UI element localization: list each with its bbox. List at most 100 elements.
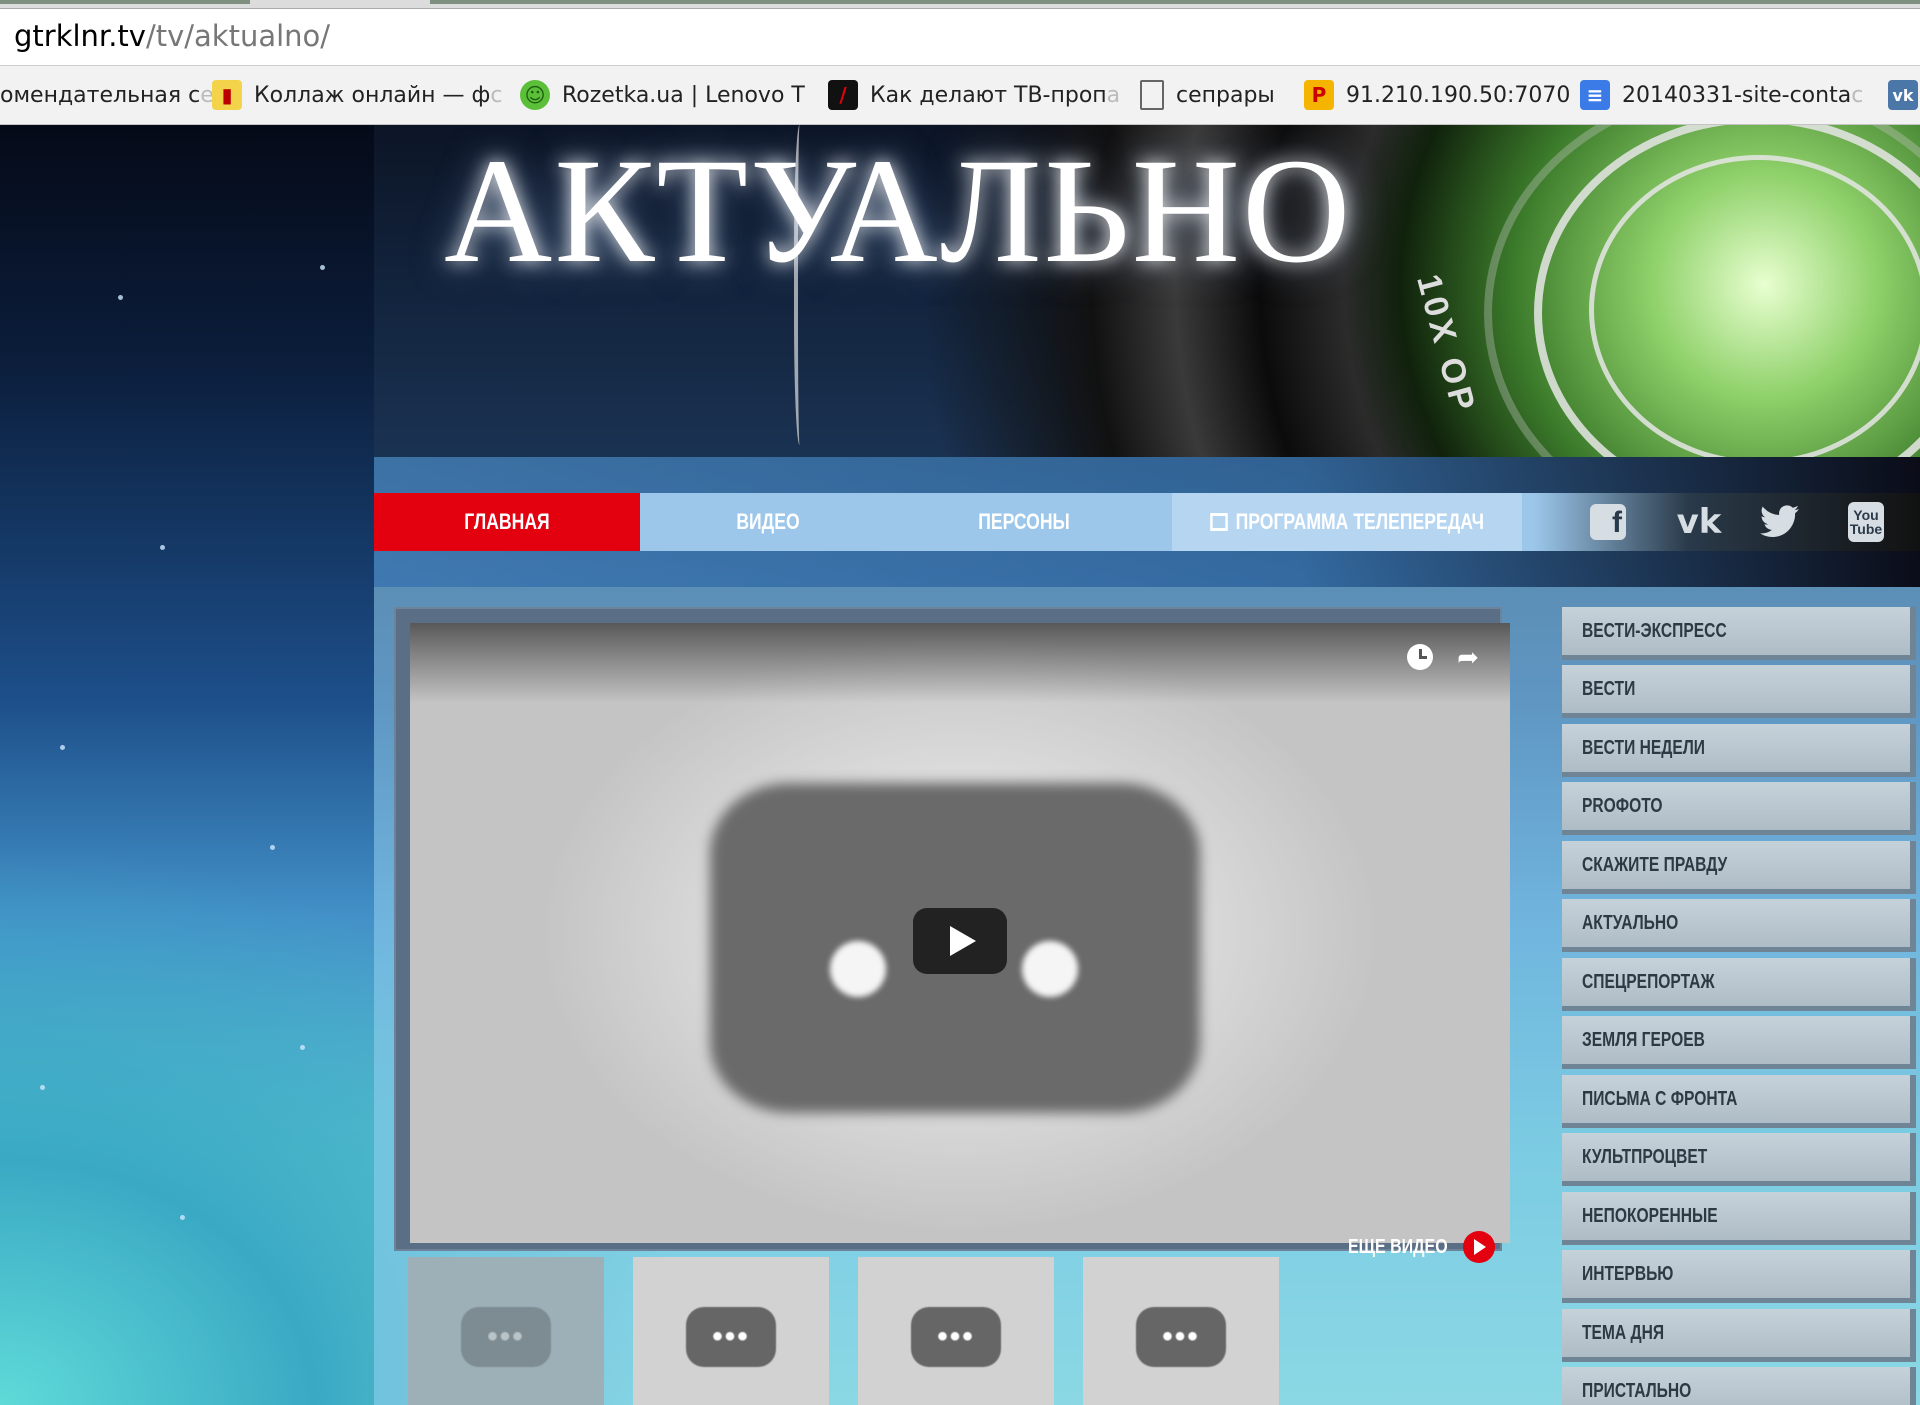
twitter-icon[interactable]	[1750, 493, 1810, 551]
nav-home[interactable]: ГЛАВНАЯ	[374, 493, 640, 551]
tab[interactable]	[0, 0, 250, 4]
bookmark-item[interactable]: / Как делают ТВ-проп а	[828, 66, 1120, 124]
thumbnail-dots-icon: •••	[686, 1307, 776, 1367]
sidebar-item-label: ПИСЬМА С ФРОНТА	[1582, 1087, 1738, 1110]
sidebar-item-nepokorennye[interactable]: НЕПОКОРЕННЫЕ	[1562, 1192, 1916, 1245]
bookmark-item[interactable]: омендательная се	[0, 66, 214, 124]
placeholder-eye	[830, 941, 886, 997]
share-button[interactable]: ➦	[1452, 641, 1484, 673]
sidebar-item-label: PROФОТО	[1582, 794, 1663, 817]
bookmark-label: омендательная с	[0, 82, 201, 108]
video-thumbnail[interactable]: •••	[633, 1257, 829, 1405]
sidebar-item-label: ПРИСТАЛЬНО	[1582, 1379, 1692, 1402]
sidebar-item-vesti-express[interactable]: ВЕСТИ-ЭКСПРЕСС	[1562, 607, 1916, 660]
bookmark-item[interactable]: vk	[1888, 66, 1920, 124]
sidebar-item-pisma-s-fronta[interactable]: ПИСЬМА С ФРОНТА	[1562, 1075, 1916, 1128]
bookmarks-bar: омендательная се ▮ Коллаж онлайн — фс ☺ …	[0, 66, 1920, 125]
sidebar-item-label: ТЕМА ДНЯ	[1582, 1321, 1665, 1344]
bookmark-label-fade: с	[490, 82, 503, 108]
background-star	[180, 1215, 185, 1220]
bookmark-label: Как делают ТВ-проп	[870, 82, 1107, 108]
video-thumbnail[interactable]: •••	[858, 1257, 1054, 1405]
thumbnail-dots-icon: •••	[461, 1307, 551, 1367]
banner: АКТУАЛЬНО 10X OP	[374, 125, 1920, 457]
tab[interactable]	[430, 0, 1920, 4]
bookmark-item[interactable]: сепрары	[1140, 66, 1275, 124]
video-thumbnail[interactable]: •••	[408, 1257, 604, 1405]
bookmark-label: Коллаж онлайн — ф	[254, 82, 491, 108]
vk-icon[interactable]: vk	[1664, 493, 1734, 551]
sidebar-item-vesti-nedeli[interactable]: ВЕСТИ НЕДЕЛИ	[1562, 724, 1916, 777]
sidebar-item-label: АКТУАЛЬНО	[1582, 911, 1679, 934]
nav-wrapper: ГЛАВНАЯ ВИДЕО ПЕРСОНЫ ПРОГРАММА ТЕЛЕПЕРЕ…	[374, 457, 1920, 587]
background-star	[270, 845, 275, 850]
bookmark-item[interactable]: P 91.210.190.50:7070	[1304, 66, 1570, 124]
main-content: ➦ ••• ••• ••• ••• ЕЩЕ ВИДЕО ВЕСТИ-ЭКСПРЕ…	[374, 587, 1920, 1405]
nav-persons-label: ПЕРСОНЫ	[978, 509, 1070, 534]
more-video-label: ЕЩЕ ВИДЕО	[1348, 1235, 1448, 1258]
address-bar[interactable]: gtrklnr.tv/tv/aktualno/	[0, 9, 1920, 66]
video-thumbnail[interactable]: •••	[1083, 1257, 1279, 1405]
background-star	[160, 545, 165, 550]
sidebar-item-label: СКАЖИТЕ ПРАВДУ	[1582, 853, 1728, 876]
bookmark-item[interactable]: ▮ Коллаж онлайн — фс	[212, 66, 502, 124]
sidebar-item-label: ВЕСТИ	[1582, 677, 1636, 700]
facebook-icon[interactable]: f	[1578, 493, 1638, 551]
p-logo-icon: P	[1304, 80, 1334, 110]
more-video-link[interactable]: ЕЩЕ ВИДЕО	[1348, 1227, 1495, 1267]
watch-later-button[interactable]	[1404, 641, 1436, 673]
play-button[interactable]	[913, 908, 1007, 974]
sidebar-item-kultprocvet[interactable]: КУЛЬТПРОЦВЕТ	[1562, 1133, 1916, 1186]
sidebar-item-tema-dnya[interactable]: ТЕМА ДНЯ	[1562, 1309, 1916, 1362]
sidebar-item-profoto[interactable]: PROФОТО	[1562, 782, 1916, 835]
sidebar-item-vesti[interactable]: ВЕСТИ	[1562, 665, 1916, 718]
sidebar-item-skazhite-pravdu[interactable]: СКАЖИТЕ ПРАВДУ	[1562, 841, 1916, 894]
sidebar-item-aktualno[interactable]: АКТУАЛЬНО	[1562, 899, 1916, 952]
sidebar-item-label: ВЕСТИ-ЭКСПРЕСС	[1582, 619, 1727, 642]
video-thumbnails: ••• ••• ••• •••	[408, 1257, 1508, 1405]
thumbnail-dots-icon: •••	[911, 1307, 1001, 1367]
url-path: /tv/aktualno/	[145, 19, 331, 53]
play-circle-icon	[1462, 1231, 1495, 1263]
nav-video[interactable]: ВИДЕО	[640, 493, 896, 551]
vk-icon: vk	[1888, 80, 1918, 110]
sidebar-item-intervyu[interactable]: ИНТЕРВЬЮ	[1562, 1250, 1916, 1303]
film-icon	[1210, 513, 1228, 531]
nav-persons[interactable]: ПЕРСОНЫ	[896, 493, 1152, 551]
nav-tv-program[interactable]: ПРОГРАММА ТЕЛЕПЕРЕДАЧ	[1172, 493, 1522, 551]
nav-video-label: ВИДЕО	[736, 509, 800, 534]
sidebar-item-label: ИНТЕРВЬЮ	[1582, 1262, 1674, 1285]
page-icon	[1140, 80, 1164, 110]
sidebar-item-label: КУЛЬТПРОЦВЕТ	[1582, 1145, 1708, 1168]
sidebar-item-label: ЗЕМЛЯ ГЕРОЕВ	[1582, 1028, 1705, 1051]
bookmark-label-fade: а	[1106, 82, 1121, 108]
facebook-glyph: f	[1590, 504, 1626, 540]
background-star	[300, 1045, 305, 1050]
bookmark-item[interactable]: ≡ 20140331-site-conta c	[1580, 66, 1863, 124]
bookmark-label: сепрары	[1176, 82, 1275, 108]
bookmark-label: 91.210.190.50:7070	[1346, 82, 1571, 108]
clock-icon	[1407, 644, 1433, 670]
share-icon: ➦	[1457, 641, 1479, 672]
sidebar-item-specreportazh[interactable]: СПЕЦРЕПОРТАЖ	[1562, 958, 1916, 1011]
background-star	[40, 1085, 45, 1090]
video-player-frame: ➦	[394, 607, 1510, 1251]
frog-icon: ☺	[520, 80, 550, 110]
nav-home-label: ГЛАВНАЯ	[464, 509, 550, 534]
url-text[interactable]: gtrklnr.tv/tv/aktualno/	[14, 19, 330, 53]
video-player[interactable]: ➦	[410, 623, 1510, 1243]
twitter-glyph	[1760, 505, 1799, 537]
sidebar-item-pristalno[interactable]: ПРИСТАЛЬНО	[1562, 1367, 1916, 1405]
url-host: gtrklnr.tv	[14, 19, 146, 53]
sidebar-item-zemlya-geroev[interactable]: ЗЕМЛЯ ГЕРОЕВ	[1562, 1016, 1916, 1069]
slash-icon: /	[828, 80, 858, 110]
player-top-gradient	[410, 623, 1510, 703]
placeholder-eye	[1022, 941, 1078, 997]
bookmark-label: Rozetka.ua | Lenovo T	[562, 82, 805, 108]
bookmark-item[interactable]: ☺ Rozetka.ua | Lenovo T	[520, 66, 805, 124]
play-icon	[950, 926, 976, 956]
sidebar-item-label: СПЕЦРЕПОРТАЖ	[1582, 970, 1715, 993]
youtube-icon[interactable]: You Tube	[1836, 493, 1896, 551]
nav-tv-program-item: ПРОГРАММА ТЕЛЕПЕРЕДАЧ	[1207, 493, 1487, 551]
youtube-glyph: You Tube	[1848, 502, 1884, 542]
